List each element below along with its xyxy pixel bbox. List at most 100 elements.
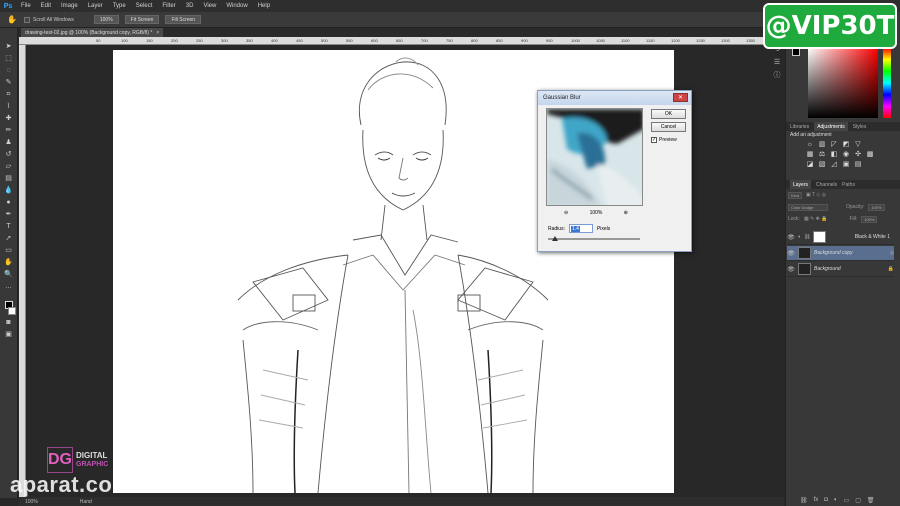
tab-styles[interactable]: Styles [853, 124, 867, 130]
document-tab[interactable]: drawing-test-02.jpg @ 100% (Background c… [21, 28, 164, 37]
history-brush-icon[interactable]: ↺ [4, 150, 14, 159]
dialog-title-bar[interactable]: Gaussian Blur ✕ [538, 91, 691, 105]
tab-layers[interactable]: Layers [790, 180, 812, 189]
menu-layer[interactable]: Layer [83, 3, 108, 9]
menu-view[interactable]: View [198, 3, 221, 9]
tab-paths[interactable]: Paths [842, 182, 855, 188]
new-group-icon[interactable]: ▭ [844, 497, 850, 504]
color-picker-field[interactable] [808, 48, 878, 118]
brightness-icon[interactable]: ☼ [806, 141, 814, 149]
selective-color-icon[interactable]: ▣ [842, 161, 850, 169]
menu-select[interactable]: Select [131, 3, 158, 9]
zoom-tool-icon[interactable]: 🔍 [4, 270, 14, 279]
layer-row[interactable]: 👁 Background 🔒 [787, 262, 894, 277]
path-select-tool-icon[interactable]: ➚ [4, 234, 14, 243]
scroll-all-windows-checkbox[interactable]: Scroll All Windows [24, 16, 74, 23]
type-tool-icon[interactable]: T [4, 222, 14, 231]
channel-mixer-icon[interactable]: ✣ [854, 151, 862, 159]
foreground-swatch-small[interactable] [792, 48, 800, 56]
menu-3d[interactable]: 3D [181, 3, 199, 9]
healing-tool-icon[interactable]: ✚ [4, 114, 14, 123]
menu-type[interactable]: Type [108, 3, 131, 9]
brush-tool-icon[interactable]: ✏ [4, 126, 14, 135]
menu-image[interactable]: Image [56, 3, 83, 9]
zoom-in-icon[interactable]: ⊕ [624, 210, 628, 216]
color-panel-swatches[interactable] [792, 48, 804, 60]
properties-panel-icon[interactable]: ☰ [772, 58, 782, 67]
opacity-field[interactable]: 100% [868, 203, 885, 211]
add-mask-icon[interactable]: ◘ [824, 497, 828, 504]
layer-row[interactable]: 👁 ◐ ⛓ Black & White 1 [787, 230, 894, 245]
radius-slider-track[interactable] [548, 238, 640, 240]
black-white-icon[interactable]: ◧ [830, 151, 838, 159]
document-tab-close-icon[interactable]: × [156, 30, 159, 36]
link-layers-icon[interactable]: ⛓ [800, 497, 808, 504]
checkbox-box[interactable] [24, 16, 30, 23]
screen-mode-icon[interactable]: ▣ [4, 330, 14, 339]
menu-filter[interactable]: Filter [157, 3, 180, 9]
exposure-icon[interactable]: ◩ [842, 141, 850, 149]
lasso-tool-icon[interactable]: ◌ [4, 66, 14, 75]
gradient-tool-icon[interactable]: ▤ [4, 174, 14, 183]
photo-filter-icon[interactable]: ◉ [842, 151, 850, 159]
gradient-map-icon[interactable]: ▤ [854, 161, 862, 169]
more-tools-icon[interactable]: … [4, 282, 14, 291]
new-layer-icon[interactable]: ▢ [855, 497, 861, 504]
pen-tool-icon[interactable]: ✒ [4, 210, 14, 219]
invert-icon[interactable]: ◪ [806, 161, 814, 169]
ok-button[interactable]: OK [651, 109, 686, 119]
zoom-100-button[interactable]: 100% [93, 15, 119, 24]
marquee-tool-icon[interactable]: ⬚ [4, 54, 14, 63]
quick-select-tool-icon[interactable]: ✎ [4, 78, 14, 87]
fit-screen-button[interactable]: Fit Screen [124, 15, 160, 24]
hue-saturation-icon[interactable]: ▦ [806, 151, 814, 159]
eye-icon[interactable]: 👁 [787, 266, 795, 273]
curves-icon[interactable]: ◸ [830, 141, 838, 149]
stamp-tool-icon[interactable]: ♟ [4, 138, 14, 147]
lock-icons[interactable]: ▦ ✎ ✥ 🔒 [804, 216, 828, 222]
eye-icon[interactable]: 👁 [787, 234, 795, 241]
eyedropper-tool-icon[interactable]: ⌇ [4, 102, 14, 111]
status-zoom[interactable]: 100% [25, 499, 38, 505]
dodge-tool-icon[interactable]: ● [4, 198, 14, 207]
posterize-icon[interactable]: ▧ [818, 161, 826, 169]
vibrance-icon[interactable]: ▽ [854, 141, 862, 149]
fx-icon[interactable]: fx [814, 497, 819, 504]
tab-channels[interactable]: Channels [816, 182, 837, 188]
threshold-icon[interactable]: ◿ [830, 161, 838, 169]
radius-slider-thumb[interactable] [552, 236, 558, 241]
layer-row-selected[interactable]: 👁 Background copy ◎ [787, 246, 894, 261]
menu-help[interactable]: Help [253, 3, 275, 9]
eraser-tool-icon[interactable]: ▱ [4, 162, 14, 171]
crop-tool-icon[interactable]: ⌗ [4, 90, 14, 99]
tab-adjustments[interactable]: Adjustments [814, 122, 848, 131]
menu-edit[interactable]: Edit [36, 3, 56, 9]
quick-mask-icon[interactable]: ◙ [4, 318, 14, 327]
blend-mode-select[interactable]: Color Dodge [788, 203, 828, 211]
menu-file[interactable]: File [16, 3, 36, 9]
tab-libraries[interactable]: Libraries [790, 124, 809, 130]
menu-window[interactable]: Window [221, 3, 252, 9]
fill-screen-button[interactable]: Fill Screen [165, 15, 202, 24]
shape-tool-icon[interactable]: ▭ [4, 246, 14, 255]
zoom-out-icon[interactable]: ⊖ [564, 210, 568, 216]
background-color-swatch[interactable] [7, 307, 16, 315]
levels-icon[interactable]: ▥ [818, 141, 826, 149]
move-tool-icon[interactable]: ➤ [4, 42, 14, 51]
hand-tool-icon[interactable]: ✋ [6, 15, 18, 25]
info-panel-icon[interactable]: ⓘ [772, 71, 782, 80]
blur-preview[interactable] [546, 108, 643, 206]
trash-icon[interactable]: 🗑 [867, 497, 875, 504]
hand-tool-icon[interactable]: ✋ [4, 258, 14, 267]
hue-slider[interactable] [883, 48, 891, 118]
radius-input[interactable]: 1.4 [568, 224, 593, 233]
blur-tool-icon[interactable]: 💧 [4, 186, 14, 195]
color-lookup-icon[interactable]: ▩ [866, 151, 874, 159]
eye-icon[interactable]: 👁 [787, 250, 795, 257]
new-adjustment-icon[interactable]: ◐ [834, 497, 838, 504]
color-balance-icon[interactable]: ⚖ [818, 151, 826, 159]
kind-filter[interactable]: Kind [788, 191, 803, 199]
close-icon[interactable]: ✕ [673, 93, 688, 102]
fill-field[interactable]: 100% [861, 215, 878, 223]
cancel-button[interactable]: Cancel [651, 122, 686, 132]
